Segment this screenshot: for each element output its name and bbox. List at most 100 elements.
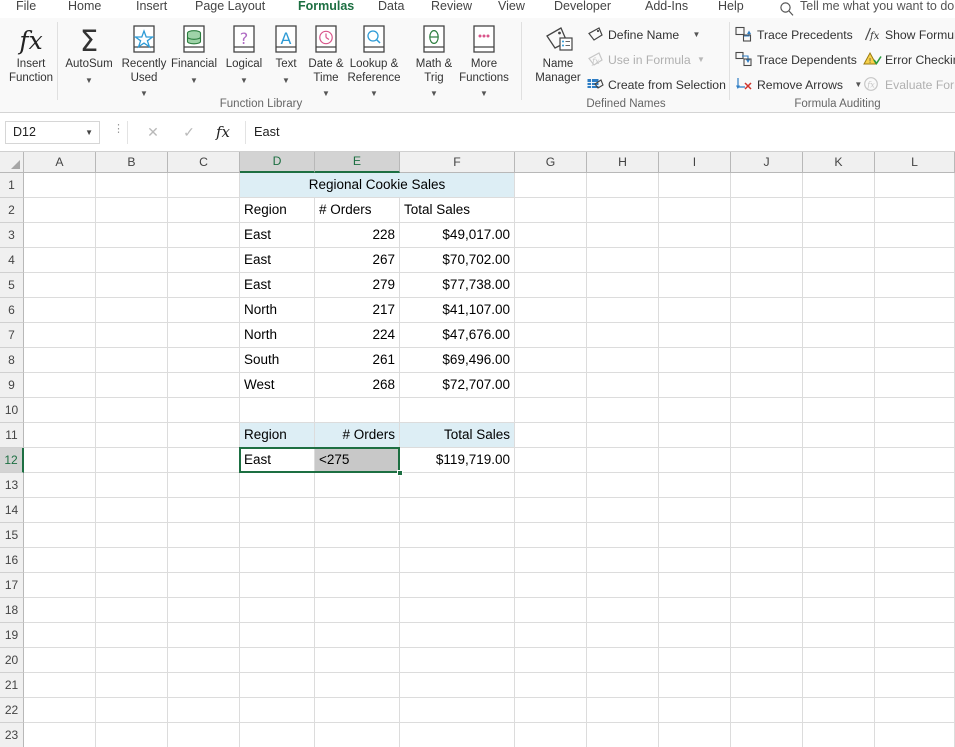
criteria-header-D11[interactable]: Region [240,423,315,448]
define-name-button[interactable]: Define Name ▼ [586,24,700,46]
cell-C13[interactable] [168,473,240,498]
cell-B21[interactable] [96,673,168,698]
cell-B2[interactable] [96,198,168,223]
data-region-7[interactable]: North [240,323,315,348]
select-all-corner[interactable] [0,152,24,173]
ribbon-tab-insert[interactable]: Insert [130,0,173,18]
column-header-L[interactable]: L [875,152,955,173]
cell-H11[interactable] [587,423,659,448]
cell-B22[interactable] [96,698,168,723]
ribbon-tab-data[interactable]: Data [372,0,410,18]
chevron-down-icon[interactable]: ▼ [322,89,330,98]
chevron-down-icon[interactable]: ▼ [282,76,290,85]
cell-H16[interactable] [587,548,659,573]
cell-L15[interactable] [875,523,955,548]
trace-dependents-button[interactable]: Trace Dependents [735,49,857,71]
criteria-header-F11[interactable]: Total Sales [400,423,515,448]
cell-J6[interactable] [731,298,803,323]
column-header-B[interactable]: B [96,152,168,173]
cell-B8[interactable] [96,348,168,373]
cell-F18[interactable] [400,598,515,623]
cell-K5[interactable] [803,273,875,298]
cell-I14[interactable] [659,498,731,523]
cell-I10[interactable] [659,398,731,423]
cell-C17[interactable] [168,573,240,598]
cell-L11[interactable] [875,423,955,448]
cell-G18[interactable] [515,598,587,623]
cell-L13[interactable] [875,473,955,498]
cell-L9[interactable] [875,373,955,398]
cell-I11[interactable] [659,423,731,448]
cell-B7[interactable] [96,323,168,348]
cell-A1[interactable] [24,173,96,198]
cell-H18[interactable] [587,598,659,623]
cell-C6[interactable] [168,298,240,323]
row-header-1[interactable]: 1 [0,173,24,198]
cell-J20[interactable] [731,648,803,673]
cell-G17[interactable] [515,573,587,598]
cell-I18[interactable] [659,598,731,623]
cell-A5[interactable] [24,273,96,298]
cell-A21[interactable] [24,673,96,698]
cell-J21[interactable] [731,673,803,698]
cell-H2[interactable] [587,198,659,223]
ribbon-tab-view[interactable]: View [492,0,531,18]
cell-E18[interactable] [315,598,400,623]
cell-B15[interactable] [96,523,168,548]
chevron-down-icon[interactable]: ▼ [240,76,248,85]
cell-D22[interactable] [240,698,315,723]
row-header-3[interactable]: 3 [0,223,24,248]
cell-I12[interactable] [659,448,731,473]
cell-F23[interactable] [400,723,515,747]
cell-B5[interactable] [96,273,168,298]
cell-K21[interactable] [803,673,875,698]
create-from-selection-button[interactable]: Create from Selection [586,74,726,96]
row-header-9[interactable]: 9 [0,373,24,398]
cell-G20[interactable] [515,648,587,673]
data-sales-7[interactable]: $47,676.00 [400,323,515,348]
cell-I23[interactable] [659,723,731,747]
cell-A17[interactable] [24,573,96,598]
data-sales-9[interactable]: $72,707.00 [400,373,515,398]
row-header-18[interactable]: 18 [0,598,24,623]
column-header-D[interactable]: D [240,152,315,173]
row-header-22[interactable]: 22 [0,698,24,723]
row-header-2[interactable]: 2 [0,198,24,223]
cell-A4[interactable] [24,248,96,273]
cell-G15[interactable] [515,523,587,548]
cell-J15[interactable] [731,523,803,548]
cell-I3[interactable] [659,223,731,248]
cell-A7[interactable] [24,323,96,348]
cell-L12[interactable] [875,448,955,473]
table-header-F2[interactable]: Total Sales [400,198,515,223]
chevron-down-icon[interactable]: ▼ [190,76,198,85]
row-header-12[interactable]: 12 [0,448,24,473]
cell-A13[interactable] [24,473,96,498]
row-header-6[interactable]: 6 [0,298,24,323]
cell-D18[interactable] [240,598,315,623]
data-region-4[interactable]: East [240,248,315,273]
remove-arrows-button[interactable]: Remove Arrows ▼ [735,74,862,96]
cell-H1[interactable] [587,173,659,198]
cell-F20[interactable] [400,648,515,673]
row-header-5[interactable]: 5 [0,273,24,298]
autosum-button[interactable]: Σ AutoSum ▼ [58,22,120,90]
cell-G14[interactable] [515,498,587,523]
cell-L6[interactable] [875,298,955,323]
cell-E15[interactable] [315,523,400,548]
cell-L2[interactable] [875,198,955,223]
ribbon-tab-page-layout[interactable]: Page Layout [189,0,271,18]
chevron-down-icon[interactable]: ▼ [85,122,93,143]
table-header-E2[interactable]: # Orders [315,198,400,223]
more-functions-button[interactable]: More Functions ▼ [453,22,515,103]
data-orders-9[interactable]: 268 [315,373,400,398]
cell-L10[interactable] [875,398,955,423]
cell-I4[interactable] [659,248,731,273]
trace-precedents-button[interactable]: Trace Precedents [735,24,853,46]
cell-K16[interactable] [803,548,875,573]
cell-C10[interactable] [168,398,240,423]
cancel-button[interactable]: ✕ [138,121,168,144]
row-header-4[interactable]: 4 [0,248,24,273]
use-in-formula-button[interactable]: fx Use in Formula ▼ [586,49,705,71]
ribbon-tab-formulas[interactable]: Formulas [292,0,360,18]
